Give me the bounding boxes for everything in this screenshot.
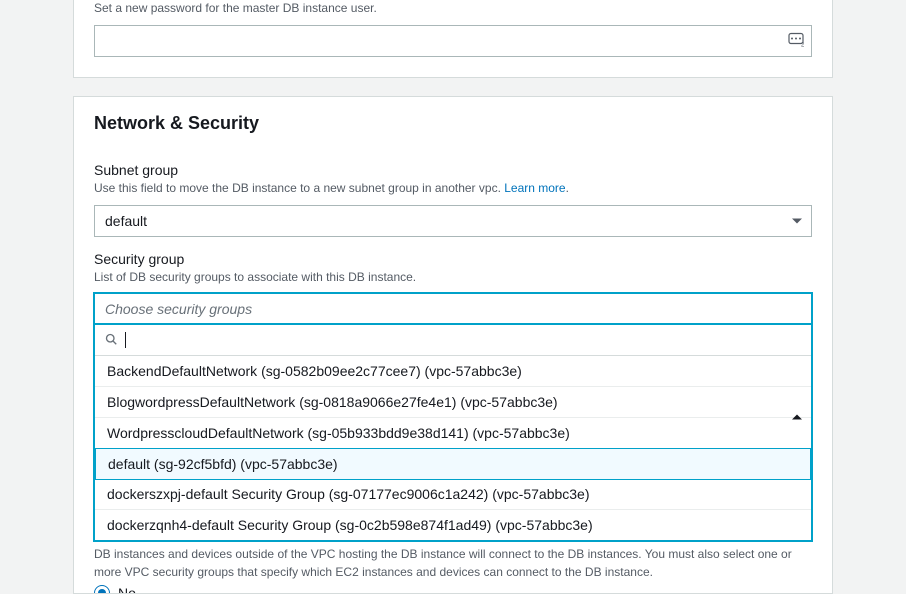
- security-group-option[interactable]: BackendDefaultNetwork (sg-0582b09ee2c77c…: [95, 356, 811, 387]
- security-group-option[interactable]: BlogwordpressDefaultNetwork (sg-0818a906…: [95, 387, 811, 418]
- security-group-footer-help: DB instances and devices outside of the …: [74, 545, 832, 581]
- search-icon: [105, 332, 117, 348]
- svg-text:2: 2: [801, 42, 804, 47]
- chevron-down-icon: [792, 218, 802, 223]
- security-group-option[interactable]: default (sg-92cf5bfd) (vpc-57abbc3e): [95, 448, 811, 480]
- subnet-group-help: Use this field to move the DB instance t…: [94, 180, 812, 197]
- chevron-up-icon: [792, 415, 802, 420]
- network-security-title: Network & Security: [94, 113, 812, 134]
- dropdown-search-wrap: [95, 325, 811, 355]
- panel-header: Network & Security: [74, 97, 832, 148]
- security-group-placeholder: Choose security groups: [105, 301, 252, 317]
- security-group-options-list: BackendDefaultNetwork (sg-0582b09ee2c77c…: [95, 355, 811, 540]
- password-help: Set a new password for the master DB ins…: [94, 0, 812, 17]
- password-manager-icon: 2: [788, 31, 804, 50]
- subnet-group-value: default: [105, 213, 147, 229]
- text-cursor: [125, 332, 126, 348]
- security-group-option[interactable]: dockerszxpj-default Security Group (sg-0…: [95, 479, 811, 510]
- security-group-select[interactable]: Choose security groups: [94, 293, 812, 325]
- master-password-input[interactable]: [94, 25, 812, 57]
- security-group-search-input[interactable]: [95, 325, 811, 355]
- security-group-dropdown: BackendDefaultNetwork (sg-0582b09ee2c77c…: [94, 324, 812, 541]
- security-group-help: List of DB security groups to associate …: [94, 269, 812, 286]
- subnet-group-label: Subnet group: [94, 162, 812, 178]
- security-group-option[interactable]: WordpresscloudDefaultNetwork (sg-05b933b…: [95, 418, 811, 449]
- public-access-radio-no[interactable]: No: [74, 581, 832, 593]
- radio-label-no: No: [118, 585, 136, 593]
- security-group-option[interactable]: dockerzqnh4-default Security Group (sg-0…: [95, 510, 811, 540]
- radio-icon: [94, 585, 110, 593]
- learn-more-link[interactable]: Learn more: [504, 181, 565, 195]
- security-group-label: Security group: [94, 251, 812, 267]
- subnet-group-select[interactable]: default: [94, 205, 812, 237]
